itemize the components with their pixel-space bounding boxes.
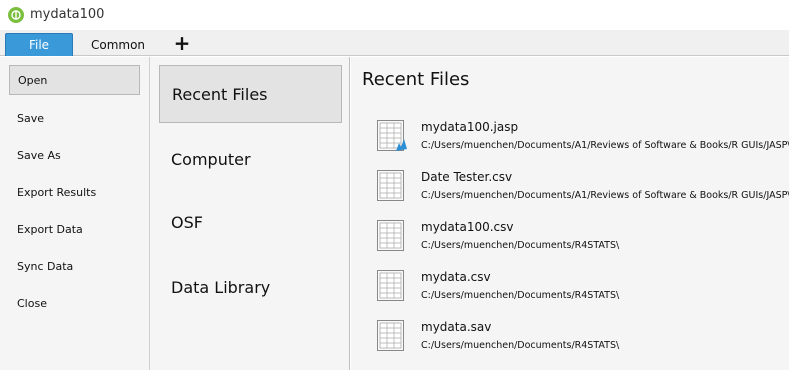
list-item[interactable]: Date Tester.csv C:/Users/muenchen/Docume… — [376, 167, 789, 207]
menu-item-export-results[interactable]: Export Results — [9, 177, 140, 207]
add-module-button[interactable]: + — [168, 30, 196, 56]
file-name: mydata.sav — [421, 320, 492, 334]
location-data-library[interactable]: Data Library — [159, 258, 342, 316]
file-name: mydata100.csv — [421, 220, 514, 234]
location-recent-files[interactable]: Recent Files — [159, 65, 342, 123]
list-item[interactable]: mydata100.jasp C:/Users/muenchen/Documen… — [376, 117, 789, 157]
location-osf[interactable]: OSF — [159, 193, 342, 251]
menu-item-export-data[interactable]: Export Data — [9, 214, 140, 244]
jasp-file-icon — [376, 119, 408, 153]
list-item[interactable]: mydata.csv C:/Users/muenchen/Documents/R… — [376, 267, 786, 307]
spreadsheet-file-icon — [376, 169, 408, 203]
file-path: C:/Users/muenchen/Documents/R4STATS\ — [421, 240, 620, 251]
spreadsheet-file-icon — [376, 269, 408, 303]
ribbon-tab-bar: File Common + — [0, 30, 789, 56]
menu-item-save-as[interactable]: Save As — [9, 140, 140, 170]
menu-item-open[interactable]: Open — [9, 65, 140, 95]
menu-item-sync-data[interactable]: Sync Data — [9, 251, 140, 281]
file-path: C:/Users/muenchen/Documents/R4STATS\ — [421, 340, 620, 351]
spreadsheet-file-icon — [376, 319, 408, 353]
location-panel: Recent Files Computer OSF Data Library — [150, 57, 350, 370]
location-computer[interactable]: Computer — [159, 130, 342, 188]
spreadsheet-file-icon — [376, 219, 408, 253]
window-title: mydata100 — [30, 7, 105, 22]
recent-files-panel: Recent Files mydata100.jasp C:/Users/mue… — [351, 57, 789, 370]
tab-file[interactable]: File — [5, 33, 73, 56]
list-item[interactable]: mydata100.csv C:/Users/muenchen/Document… — [376, 217, 786, 257]
tab-common[interactable]: Common — [80, 33, 156, 56]
menu-item-save[interactable]: Save — [9, 103, 140, 133]
menu-item-close[interactable]: Close — [9, 288, 140, 318]
title-bar: mydata100 — [0, 0, 789, 30]
jasp-logo-icon — [8, 7, 24, 23]
recent-files-heading: Recent Files — [362, 69, 470, 90]
file-path: C:/Users/muenchen/Documents/A1/Reviews o… — [421, 140, 789, 151]
file-name: mydata.csv — [421, 270, 491, 284]
file-path: C:/Users/muenchen/Documents/A1/Reviews o… — [421, 190, 789, 201]
file-menu-panel: Open Save Save As Export Results Export … — [0, 57, 150, 370]
file-path: C:/Users/muenchen/Documents/R4STATS\ — [421, 290, 620, 301]
file-name: mydata100.jasp — [421, 120, 519, 134]
file-name: Date Tester.csv — [421, 170, 513, 184]
list-item[interactable]: mydata.sav C:/Users/muenchen/Documents/R… — [376, 317, 786, 357]
